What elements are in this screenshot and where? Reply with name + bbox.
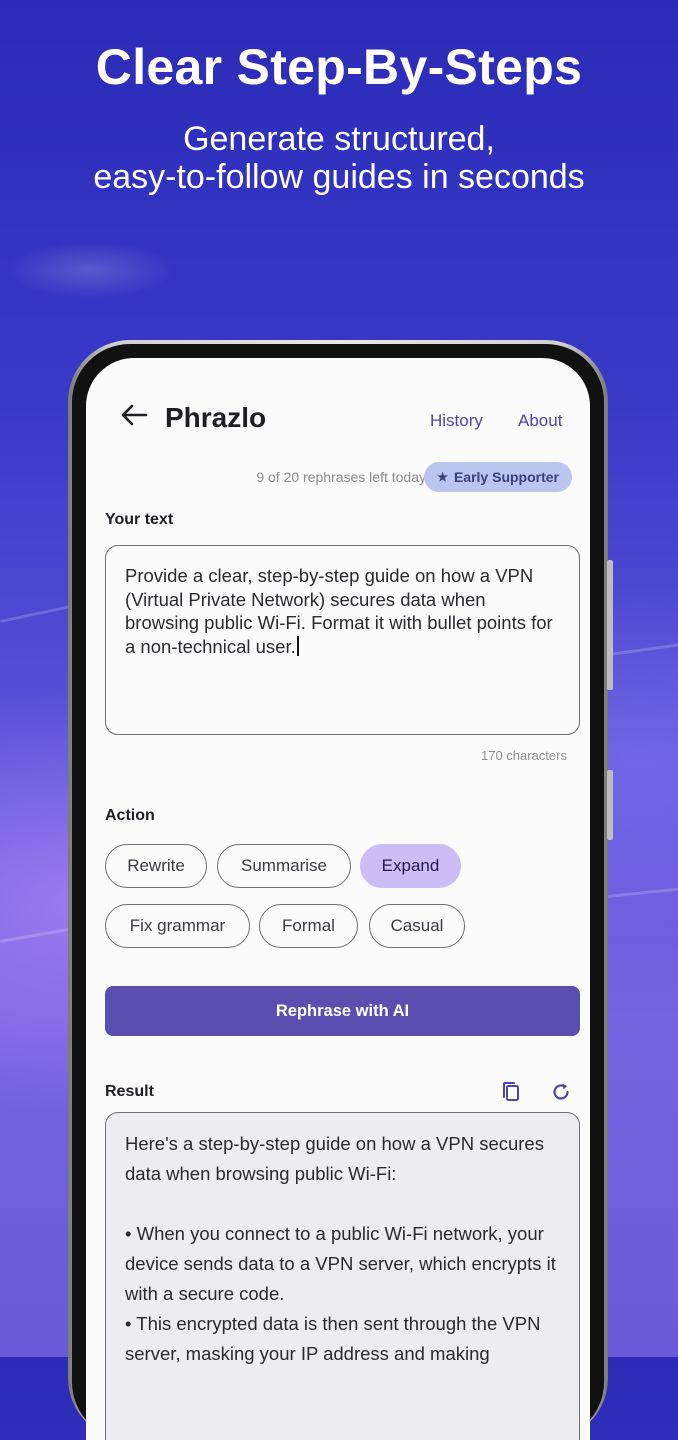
chip-formal[interactable]: Formal: [259, 904, 358, 948]
refresh-icon[interactable]: [549, 1080, 573, 1104]
chip-rewrite[interactable]: Rewrite: [105, 844, 207, 888]
chip-summarise[interactable]: Summarise: [217, 844, 351, 888]
chip-casual[interactable]: Casual: [369, 904, 465, 948]
character-count: 170 characters: [481, 748, 567, 763]
quota-text: 9 of 20 rephrases left today: [256, 469, 426, 485]
phone-bezel: Phrazlo History About 9 of 20 rephrases …: [72, 344, 604, 1440]
early-supporter-badge: ★ Early Supporter: [424, 462, 572, 492]
chip-fix-grammar[interactable]: Fix grammar: [105, 904, 250, 948]
app-bar: Phrazlo History About: [86, 358, 590, 458]
action-label: Action: [105, 807, 155, 824]
rephrase-button[interactable]: Rephrase with AI: [105, 986, 580, 1036]
phone-side-button: [607, 560, 613, 690]
promo-headline: Clear Step-By-Steps: [95, 39, 583, 95]
phone-side-button: [607, 770, 613, 840]
chip-expand[interactable]: Expand: [360, 844, 461, 888]
your-text-label: Your text: [105, 511, 174, 528]
your-text-input[interactable]: Provide a clear, step-by-step guide on h…: [105, 545, 580, 735]
back-arrow-icon[interactable]: [120, 404, 148, 426]
copy-icon[interactable]: [499, 1080, 523, 1104]
app-screen: Phrazlo History About 9 of 20 rephrases …: [86, 358, 590, 1440]
result-output: Here's a step-by-step guide on how a VPN…: [105, 1112, 580, 1440]
nav-about-link[interactable]: About: [518, 411, 562, 431]
app-title: Phrazlo: [165, 402, 267, 433]
nav-history-link[interactable]: History: [430, 411, 483, 431]
promo-subline-line-1: Generate structured,: [183, 120, 495, 158]
result-label: Result: [105, 1083, 154, 1100]
promo-subline: Generate structured, easy-to-follow guid…: [0, 120, 678, 196]
promo-subline-line-2: easy-to-follow guides in seconds: [93, 158, 585, 196]
text-caret: [296, 635, 299, 656]
badge-label: Early Supporter: [453, 469, 559, 485]
star-icon: ★: [437, 470, 448, 484]
phone-frame: Phrazlo History About 9 of 20 rephrases …: [68, 340, 613, 1440]
your-text-value: Provide a clear, step-by-step guide on h…: [125, 565, 553, 657]
